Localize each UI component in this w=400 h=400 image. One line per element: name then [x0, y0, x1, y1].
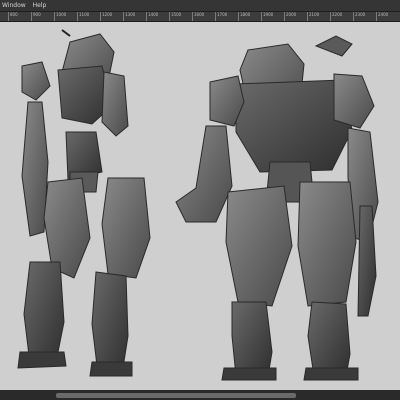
- horizontal-scrollbar[interactable]: [0, 391, 400, 400]
- ruler-tick: 1200: [100, 12, 112, 21]
- menu-bar: Window Help: [0, 0, 400, 12]
- ruler-tick: 1900: [261, 12, 273, 21]
- ruler-tick: 1000: [54, 12, 66, 21]
- ruler-tick: 1500: [169, 12, 181, 21]
- ruler-tick: 1600: [192, 12, 204, 21]
- ruler-tick: 2300: [353, 12, 365, 21]
- ruler-tick: 1400: [146, 12, 158, 21]
- ruler-tick: 1100: [77, 12, 89, 21]
- ruler-tick: 900: [31, 12, 41, 21]
- ruler-tick: 800: [8, 12, 18, 21]
- ruler-tick: 2100: [307, 12, 319, 21]
- ruler-tick: 2000: [284, 12, 296, 21]
- ruler-tick: 1300: [123, 12, 135, 21]
- horizontal-ruler: 800 900 1000 1100 1200 1300 1400 1500 16…: [0, 12, 400, 22]
- menu-window[interactable]: Window: [0, 2, 31, 9]
- ruler-tick: 1700: [215, 12, 227, 21]
- menu-help[interactable]: Help: [31, 2, 52, 9]
- ruler-tick: 1800: [238, 12, 250, 21]
- ruler-tick: 2200: [330, 12, 342, 21]
- robot-sketch-artwork: [0, 22, 400, 390]
- document-canvas[interactable]: [0, 22, 400, 390]
- ruler-tick: 2400: [376, 12, 388, 21]
- scrollbar-thumb[interactable]: [56, 393, 296, 398]
